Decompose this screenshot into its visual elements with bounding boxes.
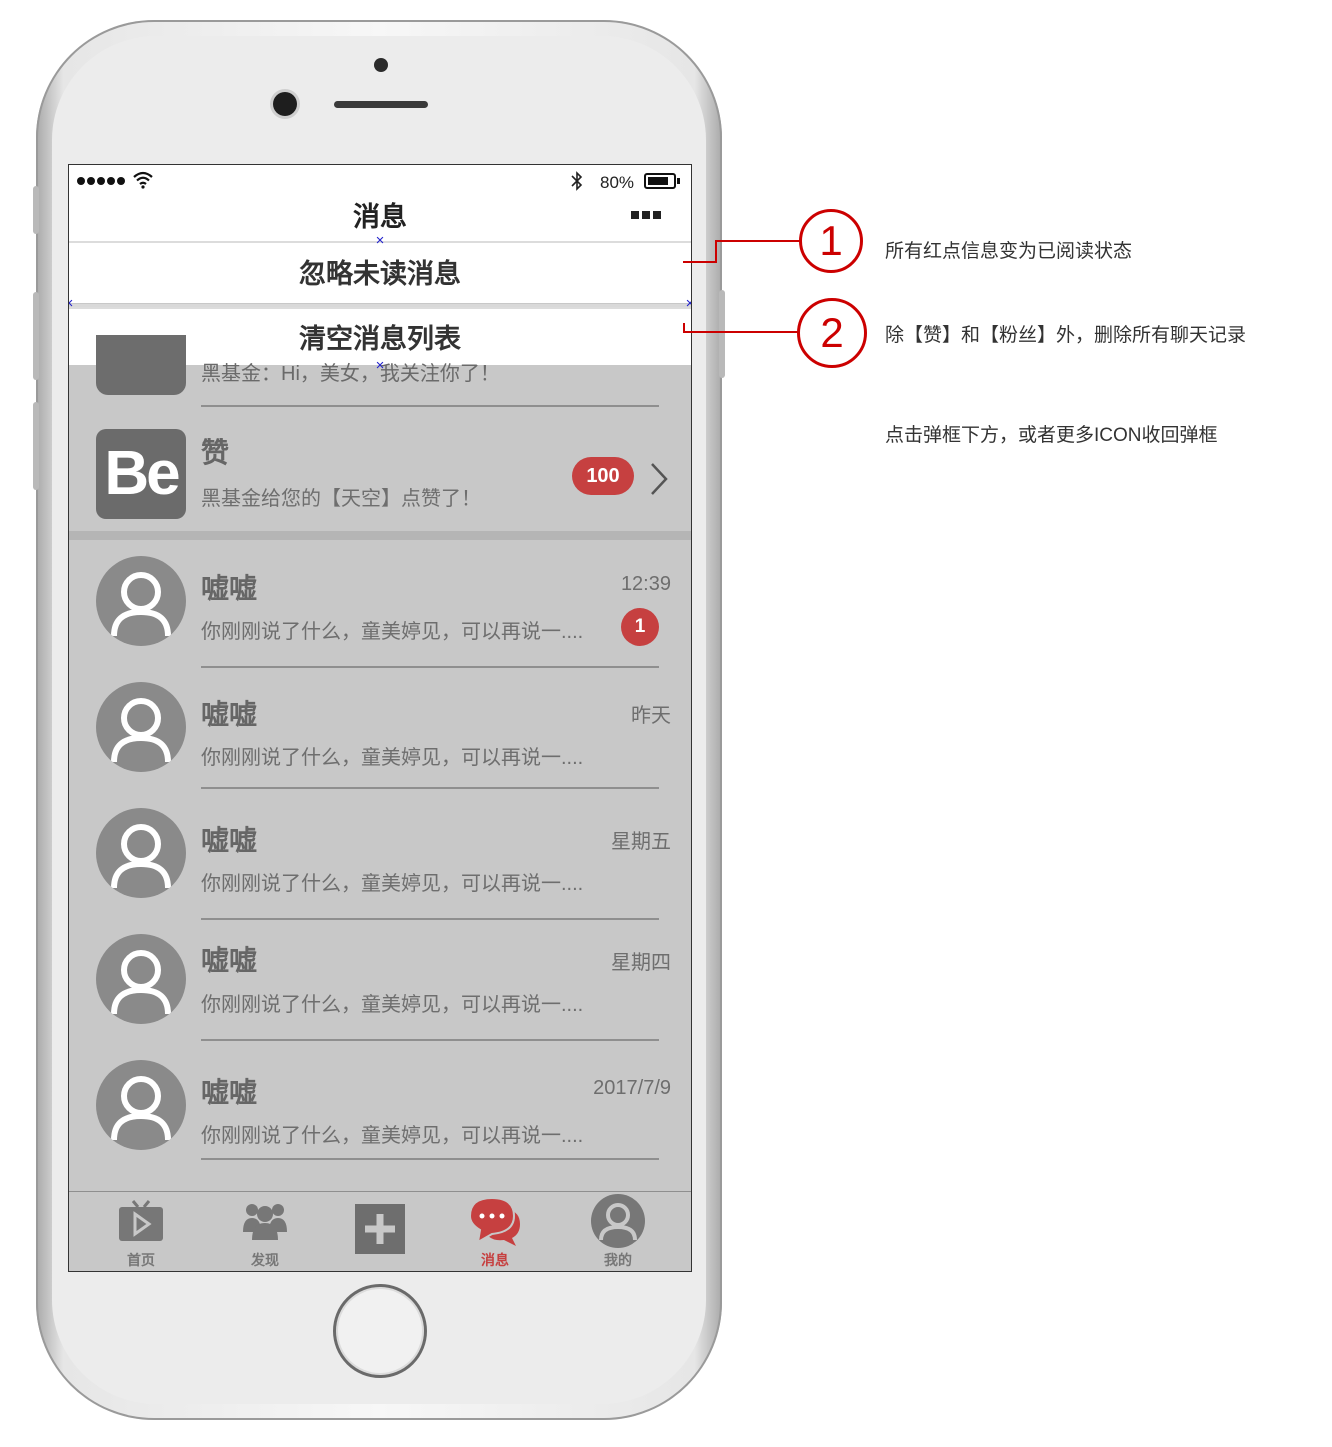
group-icon <box>243 1204 287 1240</box>
tab-label: 发现 <box>251 1252 279 1268</box>
contact-name: 嘘嘘 <box>201 945 258 976</box>
ignore-unread-button[interactable]: 忽略未读消息 <box>69 241 691 303</box>
annotation-marker-1: 1 <box>799 209 863 273</box>
message-time: 星期四 <box>611 952 671 974</box>
row-divider <box>201 918 659 920</box>
battery-icon <box>644 173 680 189</box>
annotation-connector-1 <box>715 240 717 263</box>
tab-publish[interactable] <box>330 1192 430 1271</box>
bluetooth-icon <box>571 171 583 191</box>
annotation-connector-2 <box>683 331 798 333</box>
annotation-marker-2: 2 <box>797 298 867 368</box>
plus-icon <box>355 1204 405 1254</box>
annotation-text-3: 点击弹框下方，或者更多ICON收回弹框 <box>885 425 1218 446</box>
avatar-icon <box>96 682 186 772</box>
wifi-icon <box>133 171 153 189</box>
annotation-connector-1 <box>683 261 717 263</box>
avatar-icon <box>96 808 186 898</box>
zan-count-badge: 100 <box>572 457 634 495</box>
tab-bar: 首页 发现 消息 我的 <box>69 1191 691 1271</box>
selection-handle-right: × <box>684 296 691 311</box>
section-separator <box>69 531 691 540</box>
message-preview: 你刚刚说了什么，童美婷见，可以再说一.... <box>201 994 584 1016</box>
status-bar: 80% <box>69 165 691 199</box>
volume-down-button <box>33 402 39 490</box>
earpiece-speaker <box>334 101 428 108</box>
row-divider <box>201 666 659 668</box>
peek-avatar <box>96 335 186 395</box>
tab-messages[interactable]: 消息 <box>445 1192 545 1271</box>
selection-handle-left: × <box>69 296 75 311</box>
row-divider <box>201 405 659 407</box>
behance-logo-icon: Be <box>96 429 186 519</box>
tab-label: 首页 <box>127 1252 155 1268</box>
message-time: 昨天 <box>631 705 671 727</box>
tab-label: 消息 <box>481 1252 509 1268</box>
page-title: 消息 <box>353 202 407 232</box>
phone-screen: 80% 消息 忽略未读消息 清空消息列表 × × × × 黑基金：Hi，美女，我… <box>68 164 692 1272</box>
front-camera <box>273 92 297 116</box>
sensor-dot <box>374 58 388 72</box>
tab-label: 我的 <box>604 1252 632 1268</box>
signal-strength-icon <box>77 177 125 185</box>
message-time: 12:39 <box>620 573 671 595</box>
tab-home[interactable]: 首页 <box>91 1192 191 1271</box>
contact-name: 嘘嘘 <box>201 825 258 856</box>
peek-row-preview: 黑基金：Hi，美女，我关注你了！ <box>201 363 500 385</box>
avatar-icon <box>96 556 186 646</box>
more-menu-button[interactable] <box>631 211 661 219</box>
chevron-right-icon <box>651 463 668 495</box>
message-time: 星期五 <box>611 831 671 853</box>
message-preview: 你刚刚说了什么，童美婷见，可以再说一.... <box>201 621 584 643</box>
tab-profile[interactable]: 我的 <box>568 1192 668 1271</box>
home-button[interactable] <box>333 1284 427 1378</box>
message-preview: 你刚刚说了什么，童美婷见，可以再说一.... <box>201 747 584 769</box>
chat-icon <box>468 1196 520 1246</box>
row-divider <box>201 787 659 789</box>
avatar-icon <box>96 934 186 1024</box>
annotation-connector-1 <box>715 240 800 242</box>
row-divider <box>201 1039 659 1041</box>
mute-switch <box>33 186 39 234</box>
zan-subtitle: 黑基金给您的【天空】点赞了！ <box>201 488 481 510</box>
message-time: 2017/7/9 <box>593 1077 671 1099</box>
zan-title: 赞 <box>201 437 230 468</box>
contact-name: 嘘嘘 <box>201 573 258 604</box>
battery-percent: 80% <box>600 173 635 192</box>
unread-badge: 1 <box>621 608 659 646</box>
contact-name: 嘘嘘 <box>201 699 258 730</box>
message-preview: 你刚刚说了什么，童美婷见，可以再说一.... <box>201 873 584 895</box>
contact-name: 嘘嘘 <box>201 1077 258 1108</box>
avatar-icon <box>96 1060 186 1150</box>
power-button <box>719 290 725 378</box>
annotation-text-2: 除【赞】和【粉丝】外，删除所有聊天记录 <box>885 325 1247 346</box>
selection-handle-top: × <box>375 232 385 249</box>
user-icon <box>591 1194 645 1248</box>
message-preview: 你刚刚说了什么，童美婷见，可以再说一.... <box>201 1125 584 1147</box>
tv-icon <box>119 1200 163 1241</box>
row-divider <box>201 1158 659 1160</box>
tab-discover[interactable]: 发现 <box>215 1192 315 1271</box>
annotation-text-1: 所有红点信息变为已阅读状态 <box>885 241 1133 262</box>
volume-up-button <box>33 292 39 380</box>
